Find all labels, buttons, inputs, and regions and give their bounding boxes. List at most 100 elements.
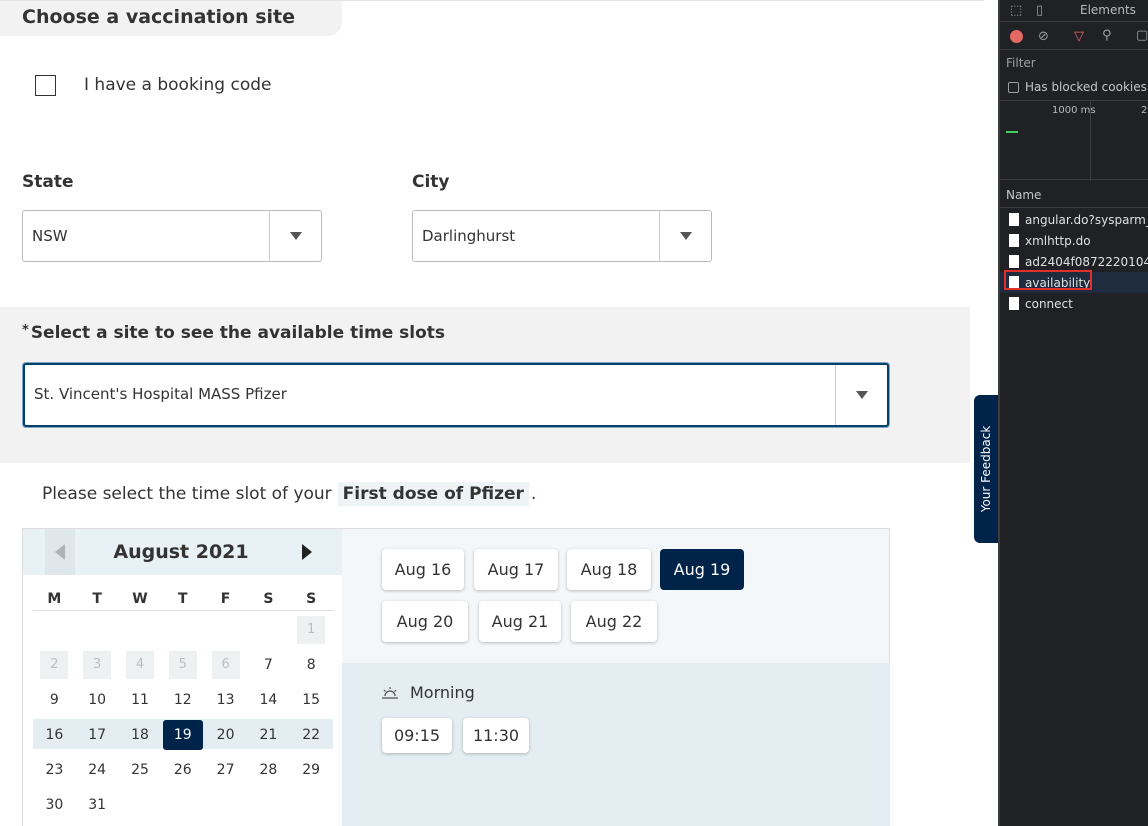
vaccination-booking-page: Choose a vaccination site I have a booki… <box>0 0 984 826</box>
state-dropdown-toggle[interactable] <box>269 211 321 261</box>
page-title: Choose a vaccination site <box>22 6 295 28</box>
document-icon <box>1009 234 1019 247</box>
calendar-day: 2 <box>40 651 69 679</box>
calendar-day[interactable]: 14 <box>254 686 282 714</box>
date-button[interactable]: Aug 16 <box>382 549 464 590</box>
arrow-right-icon <box>302 544 312 560</box>
calendar-day[interactable]: 27 <box>212 756 240 784</box>
devtools-tabs: ⬚ ▯ Elements <box>1000 0 1148 22</box>
dose-highlight: First dose of Pfizer <box>337 482 529 506</box>
time-slot-button[interactable]: 11:30 <box>463 718 529 753</box>
feedback-tab[interactable]: Your Feedback <box>974 395 998 543</box>
site-label: * Select a site to see the available time… <box>22 323 445 343</box>
inspect-icon[interactable]: ⬚ <box>1010 4 1022 18</box>
time-slot-panel: Aug 16 Aug 17 Aug 18 Aug 19 Aug 20 Aug 21 Aug … <box>342 528 890 826</box>
timeline-tick: 1000 ms <box>1052 105 1096 116</box>
calendar-day[interactable]: 15 <box>297 686 325 714</box>
date-button[interactable]: Aug 21 <box>479 601 561 642</box>
morning-slots-panel: Morning 09:15 11:30 <box>342 663 890 826</box>
blocked-cookies-checkbox[interactable] <box>1008 81 1019 93</box>
document-icon <box>1009 213 1019 226</box>
calendar-day[interactable]: 31 <box>83 791 111 819</box>
time-slot-prompt: Please select the time slot of your Firs… <box>42 482 536 506</box>
calendar-day[interactable]: 20 <box>212 721 240 749</box>
calendar-day[interactable]: 10 <box>83 686 111 714</box>
calendar-day[interactable]: 30 <box>40 791 68 819</box>
calendar-day[interactable]: 16 <box>40 721 68 749</box>
filter-input[interactable]: Filter <box>1006 56 1036 70</box>
sunrise-icon <box>382 686 398 699</box>
blocked-cookies-option[interactable]: Has blocked cookies <box>1008 80 1147 94</box>
network-toolbar: ⊘ ▽ ⚲ ▢ <box>1000 24 1148 50</box>
morning-label: Morning <box>410 683 475 702</box>
time-slot-button[interactable]: 09:15 <box>382 718 452 753</box>
calendar-day[interactable]: 28 <box>254 756 282 784</box>
calendar-day[interactable]: 13 <box>212 686 240 714</box>
device-toggle-icon[interactable]: ▯ <box>1036 4 1043 18</box>
calendar-day[interactable]: 22 <box>297 721 325 749</box>
caret-down-icon <box>289 232 302 240</box>
record-icon[interactable] <box>1010 30 1023 43</box>
booking-code-label: I have a booking code <box>84 75 272 95</box>
calendar-day[interactable]: 23 <box>40 756 68 784</box>
calendar-day[interactable]: 18 <box>126 721 154 749</box>
booking-code-option[interactable]: I have a booking code <box>35 74 271 96</box>
calendar-day[interactable]: 19 <box>162 720 203 750</box>
site-select[interactable]: St. Vincent's Hospital MASS Pfizer <box>23 363 889 427</box>
date-button[interactable]: Aug 20 <box>382 601 468 642</box>
date-button[interactable]: Aug 19 <box>660 549 744 590</box>
clear-icon[interactable]: ⊘ <box>1038 30 1049 44</box>
city-dropdown-toggle[interactable] <box>659 211 711 261</box>
city-value: Darlinghurst <box>422 227 516 245</box>
feedback-label: Your Feedback <box>979 425 993 513</box>
request-row[interactable]: ad2404f087222010420 <box>1000 251 1148 272</box>
prompt-text: Please select the time slot of your <box>42 484 332 504</box>
weekday-label: S <box>263 591 274 607</box>
request-name: connect <box>1025 296 1073 311</box>
site-selection-section: * Select a site to see the available time… <box>0 307 970 463</box>
date-button[interactable]: Aug 22 <box>571 601 657 642</box>
calendar-day[interactable]: 21 <box>254 721 282 749</box>
calendar-day[interactable]: 17 <box>83 721 111 749</box>
request-row[interactable]: angular.do?sysparm_ty <box>1000 209 1148 230</box>
date-calendar: August 2021 MTWTFSS 1 2 3 4 5 6 7 8 9 10 11 12 13 14 1… <box>22 528 343 826</box>
timeline-tick: 20 <box>1141 105 1148 116</box>
city-select[interactable]: Darlinghurst <box>412 210 712 262</box>
calendar-header: August 2021 <box>23 529 343 575</box>
checkbox-icon[interactable]: ▢ <box>1136 29 1148 43</box>
site-dropdown-toggle[interactable] <box>835 365 887 425</box>
network-timeline: 1000 ms 20 <box>1000 100 1148 181</box>
calendar-day: 1 <box>297 616 326 644</box>
calendar-day[interactable]: 29 <box>297 756 325 784</box>
devtools-panel: ⬚ ▯ Elements ⊘ ▽ ⚲ ▢ Filter Has blocked … <box>998 0 1148 826</box>
calendar-day[interactable]: 9 <box>40 686 68 714</box>
site-value: St. Vincent's Hospital MASS Pfizer <box>34 385 287 403</box>
request-row[interactable]: xmlhttp.do <box>1000 230 1148 251</box>
search-icon[interactable]: ⚲ <box>1102 29 1112 43</box>
date-button[interactable]: Aug 18 <box>567 549 651 590</box>
request-row[interactable]: connect <box>1000 293 1148 314</box>
calendar-day[interactable]: 26 <box>169 756 197 784</box>
calendar-day[interactable]: 8 <box>297 651 325 679</box>
calendar-day[interactable]: 12 <box>169 686 197 714</box>
date-button[interactable]: Aug 17 <box>474 549 558 590</box>
calendar-day[interactable]: 24 <box>83 756 111 784</box>
calendar-day[interactable]: 25 <box>126 756 154 784</box>
state-select[interactable]: NSW <box>22 210 322 262</box>
calendar-day[interactable]: 11 <box>126 686 154 714</box>
request-name: xmlhttp.do <box>1025 233 1091 248</box>
calendar-next-button[interactable] <box>295 529 319 575</box>
prompt-suffix: . <box>530 484 537 504</box>
calendar-day: 4 <box>126 651 154 679</box>
booking-code-checkbox[interactable] <box>35 74 56 96</box>
filter-icon[interactable]: ▽ <box>1074 30 1084 44</box>
name-column-header[interactable]: Name <box>1006 188 1041 202</box>
weekday-label: T <box>178 591 188 607</box>
calendar-prev-button[interactable] <box>45 529 75 575</box>
timeline-bar <box>1006 131 1018 133</box>
arrow-left-icon <box>55 544 65 560</box>
calendar-day[interactable]: 7 <box>254 651 282 679</box>
tab-elements[interactable]: Elements <box>1080 3 1136 17</box>
caret-down-icon <box>679 232 692 240</box>
requests-header: Name <box>1000 182 1148 208</box>
